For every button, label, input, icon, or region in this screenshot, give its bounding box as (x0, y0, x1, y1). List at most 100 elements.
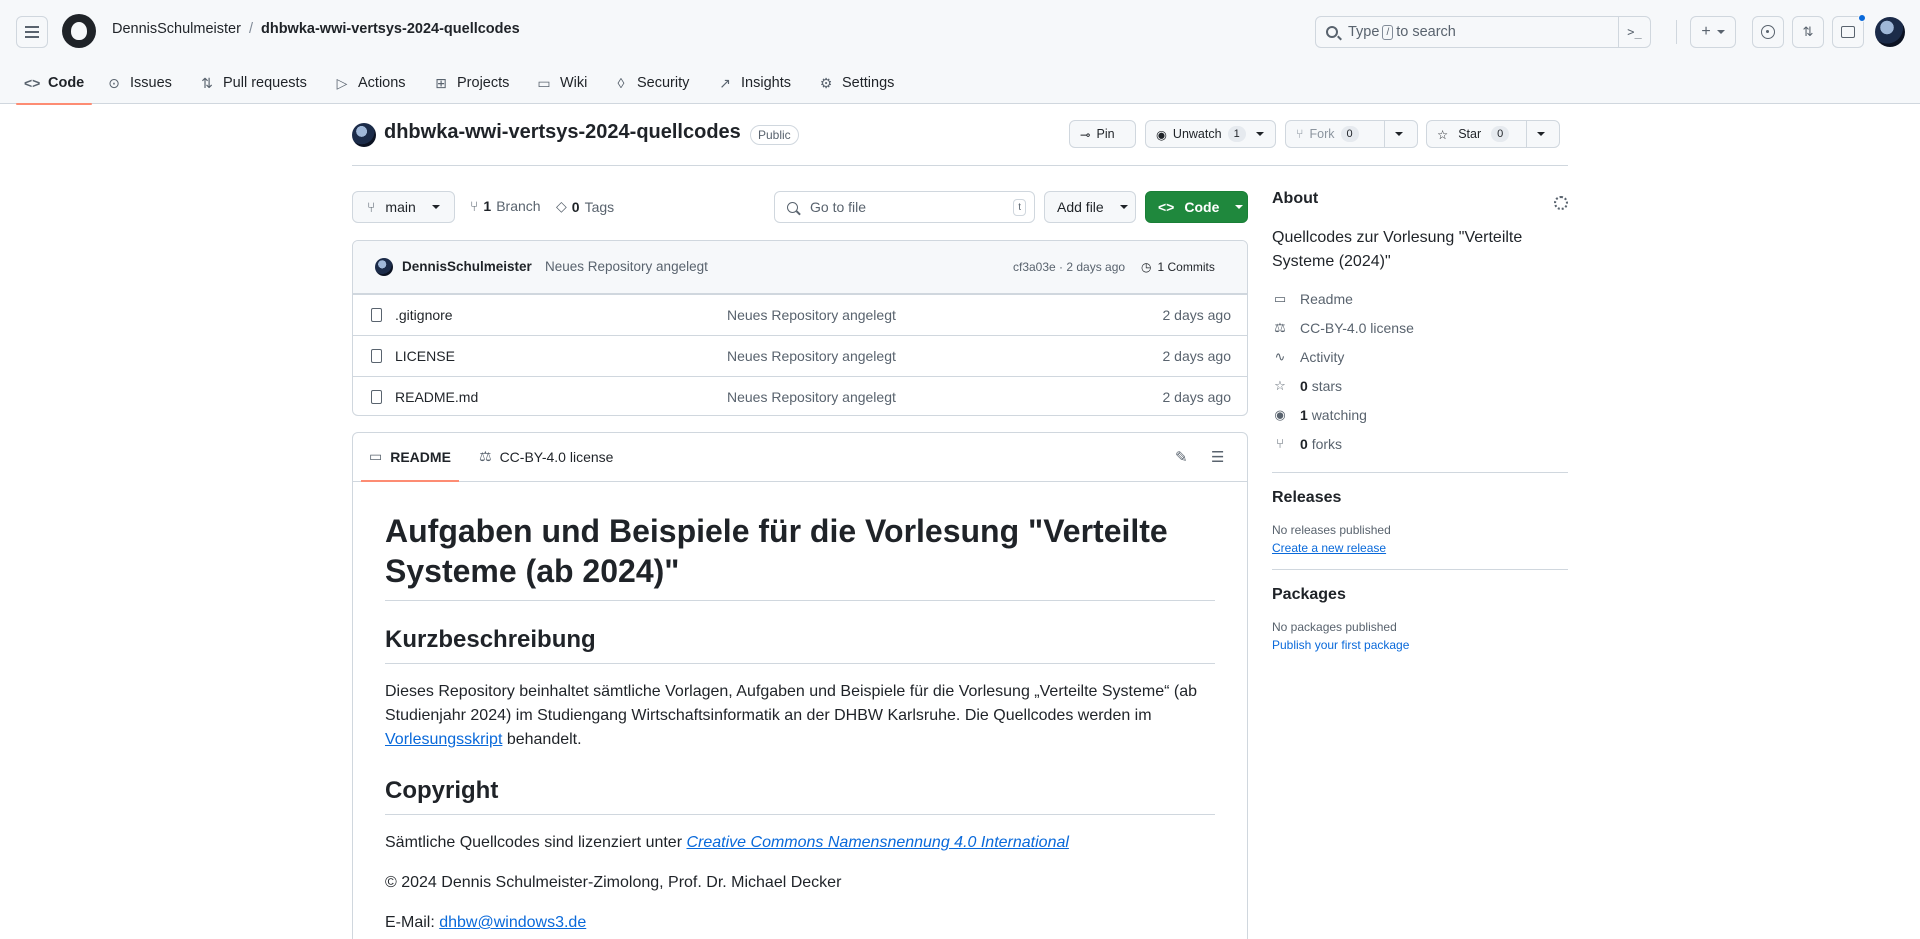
fork-icon: ⑂ (1296, 127, 1304, 141)
book-icon: ▭ (369, 448, 383, 464)
readme-section-copyright: Copyright (385, 776, 1215, 815)
commit-hash-time[interactable]: cf3a03e · 2 days ago (1013, 260, 1125, 274)
fork-button[interactable]: ⑂ Fork 0 (1285, 120, 1418, 148)
branch-icon: ⑂ (470, 198, 479, 214)
tab-security-label: Security (637, 75, 690, 91)
branches-link[interactable]: ⑂ 1 Branch (470, 198, 541, 214)
tag-icon: ◇ (556, 198, 567, 214)
command-palette-icon[interactable]: >_ (1618, 17, 1650, 47)
file-name[interactable]: README.md (395, 389, 478, 405)
tab-readme[interactable]: ▭ README (361, 448, 459, 482)
releases-empty-text: No releases published (1272, 523, 1391, 537)
pin-label: Pin (1096, 127, 1115, 141)
file-name[interactable]: LICENSE (395, 348, 455, 364)
tab-wiki[interactable]: ▭ Wiki (536, 62, 587, 104)
file-commit-message[interactable]: Neues Repository angelegt (727, 348, 896, 364)
packages-heading[interactable]: Packages (1272, 586, 1568, 604)
publish-package-link[interactable]: Publish your first package (1272, 638, 1568, 652)
star-button[interactable]: ☆ Star 0 (1426, 120, 1560, 148)
go-to-file-input[interactable]: Go to file t (774, 191, 1035, 223)
releases-heading[interactable]: Releases (1272, 489, 1568, 507)
edit-pencil-icon[interactable]: ✎ (1175, 448, 1188, 466)
file-commit-message[interactable]: Neues Repository angelegt (727, 389, 896, 405)
outline-list-icon[interactable]: ☰ (1211, 448, 1224, 466)
file-row[interactable]: README.md Neues Repository angelegt 2 da… (353, 376, 1247, 415)
create-release-link[interactable]: Create a new release (1272, 541, 1568, 555)
commits-link[interactable]: ◷ 1 Commits (1141, 260, 1215, 274)
watching-link[interactable]: ◉ 1 watching (1272, 400, 1568, 429)
lecture-script-link[interactable]: Vorlesungsskript (385, 731, 502, 748)
tab-security[interactable]: ◊ Security (613, 62, 690, 104)
code-icon: <> (24, 75, 41, 91)
gear-icon[interactable] (1554, 196, 1568, 210)
commit-author[interactable]: DennisSchulmeister (402, 259, 532, 274)
watch-button[interactable]: ◉ Unwatch 1 (1145, 120, 1276, 148)
plus-icon: + (1701, 23, 1711, 40)
readme-link[interactable]: ▭ Readme (1272, 284, 1568, 313)
tab-license[interactable]: ⚖ CC-BY-4.0 license (479, 448, 613, 465)
tab-pull-requests[interactable]: ⇅ Pull requests (199, 62, 307, 104)
commit-message[interactable]: Neues Repository angelegt (545, 259, 708, 274)
create-new-button[interactable]: + (1690, 16, 1736, 48)
stars-count: 0 (1300, 377, 1308, 394)
issues-button[interactable] (1752, 16, 1784, 48)
pull-requests-button[interactable]: ⇅ (1792, 16, 1824, 48)
forks-link[interactable]: ⑂ 0 forks (1272, 429, 1568, 458)
license-text: Sämtliche Quellcodes sind lizenziert unt… (385, 834, 687, 851)
search-input[interactable]: Type / to search >_ (1315, 16, 1651, 48)
star-dropdown-button[interactable] (1526, 121, 1555, 147)
activity-link[interactable]: ∿ Activity (1272, 342, 1568, 371)
email-link[interactable]: dhbw@windows3.de (439, 914, 586, 931)
hamburger-menu-button[interactable] (16, 16, 48, 48)
tags-link[interactable]: ◇ 0 Tags (556, 198, 614, 215)
repo-owner-avatar[interactable] (352, 123, 376, 147)
chevron-down-icon (1395, 132, 1403, 136)
code-button[interactable]: <> Code (1145, 191, 1248, 223)
pull-request-icon: ⇅ (1802, 24, 1814, 39)
tab-actions[interactable]: ▷ Actions (334, 62, 406, 104)
tab-pull-requests-label: Pull requests (223, 75, 307, 91)
file-row[interactable]: LICENSE Neues Repository angelegt 2 days… (353, 335, 1247, 376)
readme-tabs: ▭ README ⚖ CC-BY-4.0 license ✎ ☰ (353, 433, 1247, 482)
tab-settings[interactable]: ⚙ Settings (818, 62, 895, 104)
watching-count: 1 (1300, 406, 1308, 423)
tab-code[interactable]: <> Code (15, 62, 93, 105)
hamburger-icon (25, 31, 39, 33)
star-icon: ☆ (1437, 127, 1449, 142)
fork-label: Fork (1309, 127, 1335, 141)
user-avatar[interactable] (1875, 17, 1905, 47)
repo-title[interactable]: dhbwka-wwi-vertsys-2024-quellcodes (384, 121, 741, 144)
stars-link[interactable]: ☆ 0 stars (1272, 371, 1568, 400)
tab-projects[interactable]: ⊞ Projects (433, 62, 509, 104)
license-sidebar-link[interactable]: ⚖ CC-BY-4.0 license (1272, 313, 1568, 342)
pin-button[interactable]: ⊸ Pin (1069, 120, 1136, 148)
pulse-icon: ∿ (1274, 348, 1286, 364)
file-name[interactable]: .gitignore (395, 307, 453, 323)
global-header: DennisSchulmeister / dhbwka-wwi-vertsys-… (0, 0, 1920, 62)
add-file-button[interactable]: Add file (1044, 191, 1136, 223)
watch-label: Unwatch (1172, 127, 1222, 141)
tab-insights[interactable]: ↗ Insights (717, 62, 791, 104)
file-icon (371, 349, 382, 363)
repo-sidebar: About Quellcodes zur Vorlesung "Verteilt… (1272, 190, 1568, 652)
file-row[interactable]: .gitignore Neues Repository angelegt 2 d… (353, 294, 1247, 335)
tab-issues[interactable]: ⊙ Issues (106, 62, 172, 104)
issue-icon (1761, 25, 1775, 39)
license-link-label: CC-BY-4.0 license (1300, 319, 1414, 336)
copyright-line: © 2024 Dennis Schulmeister-Zimolong, Pro… (385, 874, 842, 891)
file-commit-message[interactable]: Neues Repository angelegt (727, 307, 896, 323)
fork-dropdown-button[interactable] (1384, 121, 1413, 147)
commit-author-avatar[interactable] (375, 258, 393, 276)
tab-issues-label: Issues (130, 75, 172, 91)
title-divider (352, 165, 1568, 166)
search-icon (787, 201, 798, 213)
code-button-label: Code (1184, 199, 1220, 215)
description-end: behandelt. (502, 731, 582, 748)
breadcrumb-repo-link[interactable]: dhbwka-wwi-vertsys-2024-quellcodes (261, 21, 520, 37)
branch-selector[interactable]: ⑂ main (352, 191, 455, 223)
table-icon: ⊞ (435, 74, 447, 91)
breadcrumb-owner-link[interactable]: DennisSchulmeister (112, 21, 241, 37)
chevron-down-icon (1235, 205, 1244, 209)
license-link[interactable]: Creative Commons Namensnennung 4.0 Inter… (686, 834, 1068, 851)
github-logo-icon[interactable] (62, 14, 96, 48)
